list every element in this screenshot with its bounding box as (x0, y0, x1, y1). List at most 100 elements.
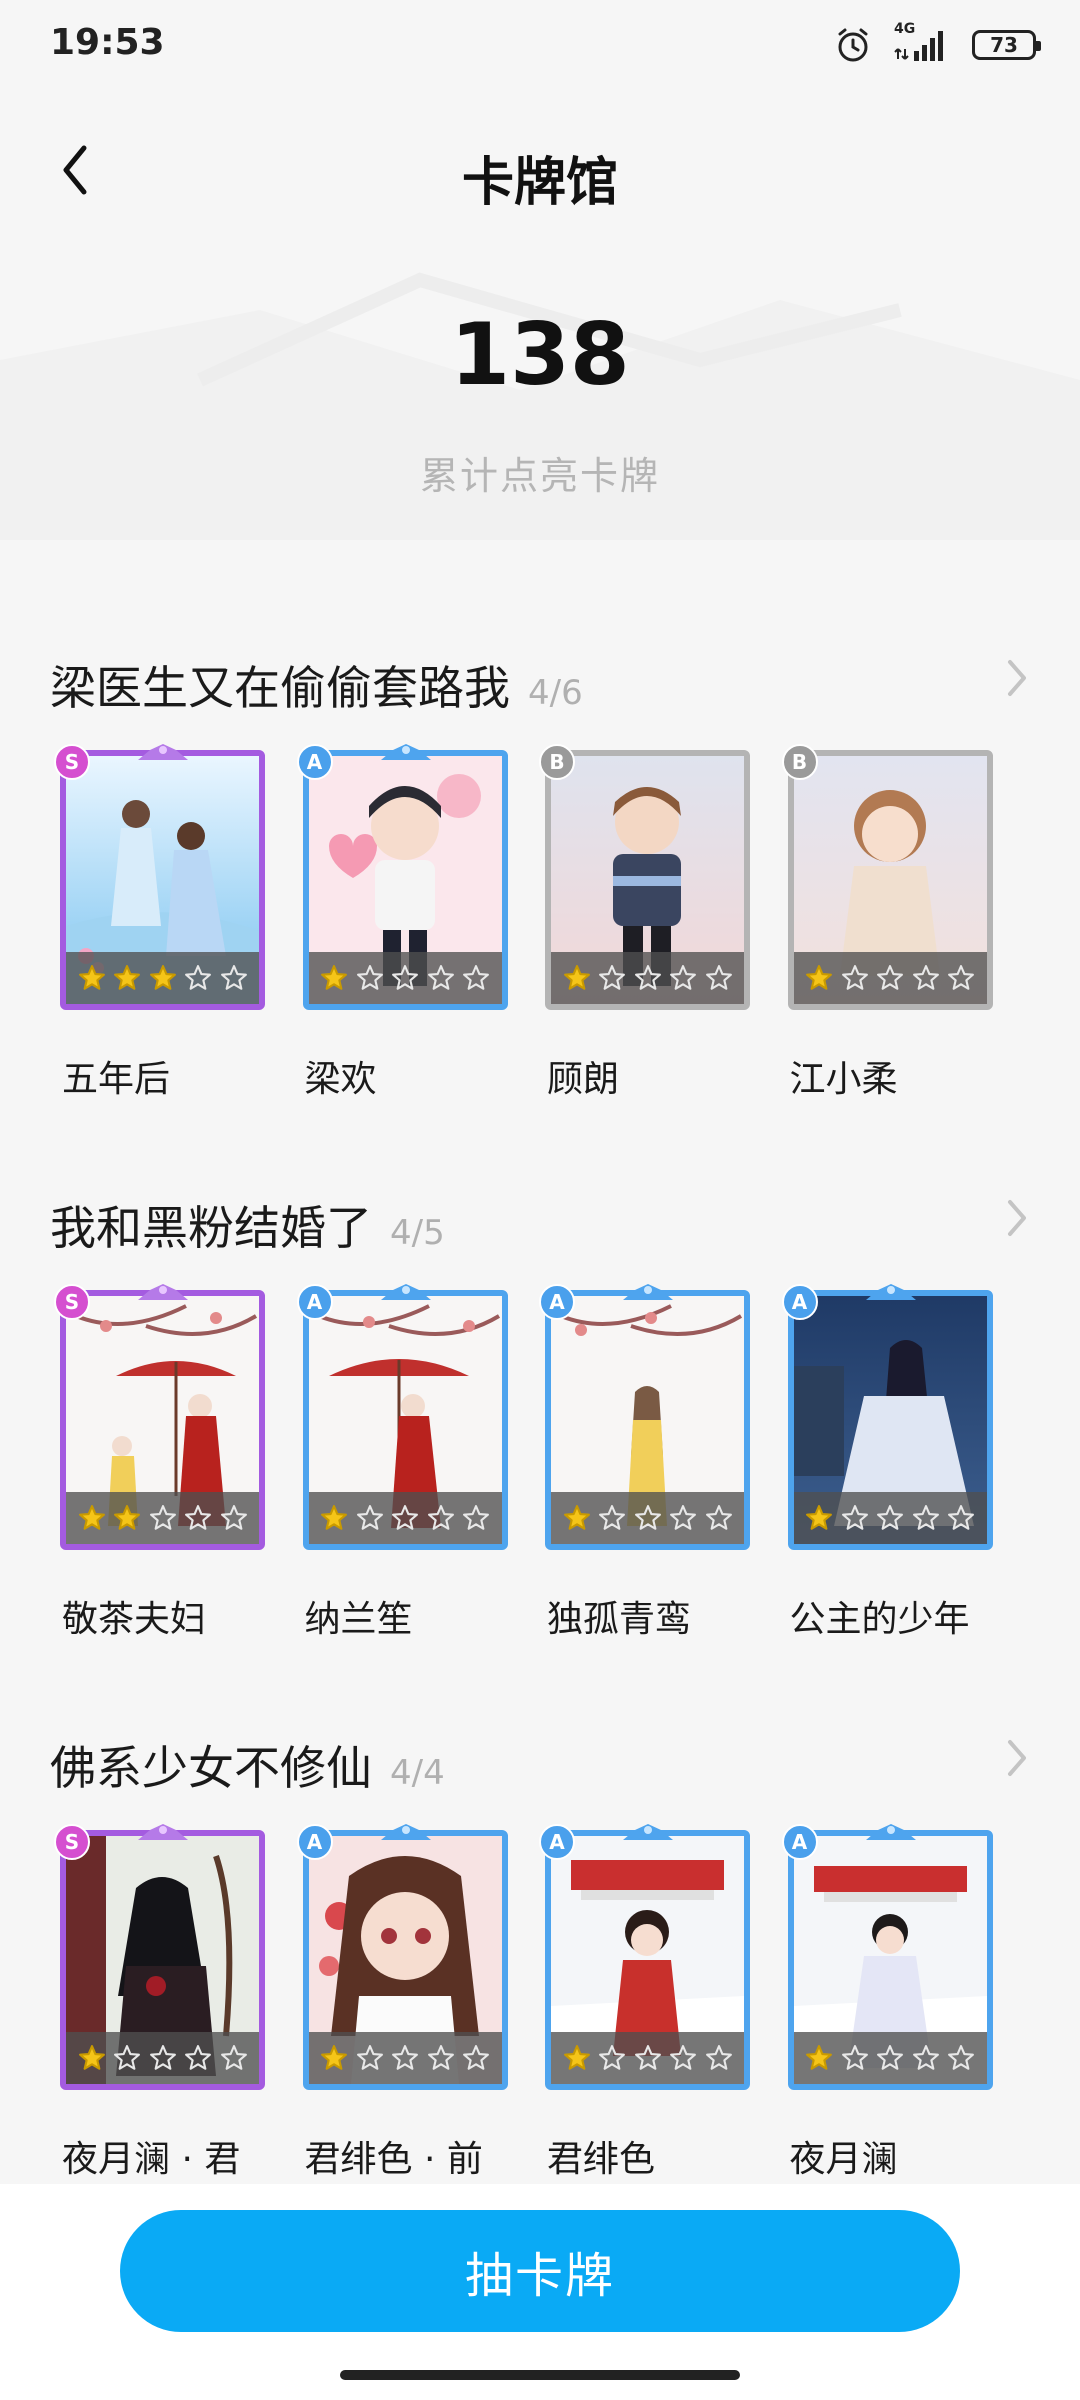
star-filled-icon (114, 965, 140, 990)
star-empty-icon (599, 2045, 625, 2070)
cards-row: S 敬茶夫妇 A 纳兰笙 A 独孤青鸾 A 公主的少年 (54, 1284, 1030, 1640)
star-rating (793, 1492, 987, 1544)
section-header[interactable]: 梁医生又在偷偷套路我 4/6 (50, 640, 1030, 720)
rank-badge: A (296, 1284, 333, 1320)
star-filled-icon (806, 965, 832, 990)
home-indicator[interactable] (340, 2370, 740, 2380)
star-empty-icon (948, 1505, 974, 1530)
star-rating (793, 2032, 987, 2084)
card-江小柔[interactable] (787, 750, 993, 1010)
star-filled-icon (563, 965, 590, 990)
lit-card-caption: 累计点亮卡牌 (419, 454, 660, 498)
star-empty-icon (670, 965, 696, 990)
star-empty-icon (634, 2045, 661, 2070)
star-empty-icon (599, 1505, 625, 1530)
crown-icon (623, 1284, 673, 1300)
star-empty-icon (463, 965, 489, 990)
section-header[interactable]: 我和黑粉结婚了 4/5 (50, 1180, 1030, 1260)
network-type-label: 4G (894, 21, 916, 37)
star-empty-icon (877, 1505, 903, 1530)
star-rating (308, 1492, 502, 1544)
draw-card-button[interactable]: 抽卡牌 (120, 2210, 960, 2332)
star-empty-icon (114, 2045, 140, 2070)
card-gallery-screen: 19:53 4G 73 卡牌馆 138 累计点亮卡牌 梁医生又在偷偷套路我 4/… (0, 0, 1080, 2400)
card-君绯色-前[interactable] (302, 1830, 508, 2090)
rank-badge: A (781, 1284, 818, 1320)
story-title: 我和黑粉结婚了 (50, 1201, 372, 1255)
star-empty-icon (877, 965, 903, 990)
chevron-right-icon (1008, 1200, 1026, 1236)
star-empty-icon (948, 2045, 974, 2070)
star-filled-icon (78, 1505, 105, 1530)
crown-icon (138, 744, 188, 760)
battery-level: 73 (990, 33, 1018, 57)
card-cell: A 公主的少年 (781, 1284, 1031, 1710)
rank-badge: A (539, 1284, 575, 1320)
card-公主的少年[interactable] (787, 1290, 993, 1550)
section-story-3: 佛系少女不修仙 4/4 S 夜月澜 · 君 A 君绯色 · 前 A 君绯色 A … (0, 1720, 1080, 2260)
story-title: 梁医生又在偷偷套路我 (50, 661, 510, 715)
star-empty-icon (220, 1505, 247, 1530)
card-独孤青鸾[interactable] (545, 1290, 750, 1550)
card-君绯色[interactable] (545, 1830, 750, 2090)
battery-icon: 73 (972, 30, 1041, 60)
star-empty-icon (463, 1505, 489, 1530)
card-cell: S 五年后 (54, 744, 303, 1170)
star-filled-icon (78, 2045, 105, 2070)
star-empty-icon (877, 2045, 903, 2070)
section-title: 佛系少女不修仙 4/4 (50, 1732, 445, 1798)
star-empty-icon (912, 2045, 939, 2070)
card-name: 五年后 (62, 1059, 171, 1100)
star-empty-icon (356, 2045, 383, 2070)
star-empty-icon (705, 965, 732, 990)
cards-row: S 夜月澜 · 君 A 君绯色 · 前 A 君绯色 A 夜月澜 (54, 1824, 1030, 2180)
story-title: 佛系少女不修仙 (50, 1741, 372, 1795)
section-story-1: 梁医生又在偷偷套路我 4/6 S 五年后 A 梁欢 B 顾朗 B 江小柔 (0, 640, 1080, 1180)
star-rating (66, 1492, 259, 1544)
star-empty-icon (149, 2045, 176, 2070)
card-梁欢[interactable] (302, 750, 508, 1010)
star-empty-icon (185, 965, 211, 990)
star-empty-icon (356, 1505, 383, 1530)
star-rating (66, 952, 259, 1004)
crown-icon (380, 744, 431, 760)
star-filled-icon (78, 965, 105, 990)
rank-badge: A (539, 1824, 575, 1860)
star-filled-icon (321, 965, 347, 990)
card-夜月澜-君[interactable] (60, 1830, 265, 2090)
star-filled-icon (114, 1505, 140, 1530)
star-empty-icon (149, 1505, 176, 1530)
card-敬茶夫妇[interactable] (60, 1290, 265, 1550)
card-纳兰笙[interactable] (302, 1290, 508, 1550)
star-rating (308, 952, 502, 1004)
star-empty-icon (841, 965, 868, 990)
star-empty-icon (912, 965, 939, 990)
star-rating (551, 1492, 744, 1544)
rank-badge: B (781, 744, 818, 780)
star-rating (308, 2032, 502, 2084)
rank-badge: S (54, 1824, 90, 1860)
star-empty-icon (392, 1505, 418, 1530)
section-header[interactable]: 佛系少女不修仙 4/4 (50, 1720, 1030, 1800)
star-empty-icon (427, 2045, 454, 2070)
card-name: 梁欢 (304, 1059, 377, 1100)
star-empty-icon (392, 965, 418, 990)
star-filled-icon (563, 1505, 590, 1530)
card-cell: A 梁欢 (296, 744, 546, 1170)
cards-row: S 五年后 A 梁欢 B 顾朗 B 江小柔 (54, 744, 1030, 1100)
page-title: 卡牌馆 (461, 153, 618, 213)
star-rating (551, 952, 744, 1004)
star-empty-icon (705, 1505, 732, 1530)
card-name: 夜月澜 (789, 2139, 898, 2180)
star-empty-icon (841, 1505, 868, 1530)
star-filled-icon (321, 2045, 347, 2070)
star-filled-icon (806, 1505, 832, 1530)
card-夜月澜[interactable] (787, 1830, 993, 2090)
chevron-right-icon (1008, 1740, 1026, 1776)
star-empty-icon (912, 1505, 939, 1530)
star-empty-icon (463, 2045, 489, 2070)
card-顾朗[interactable] (545, 750, 750, 1010)
star-empty-icon (220, 2045, 247, 2070)
card-五年后[interactable] (60, 750, 265, 1010)
star-empty-icon (670, 2045, 696, 2070)
